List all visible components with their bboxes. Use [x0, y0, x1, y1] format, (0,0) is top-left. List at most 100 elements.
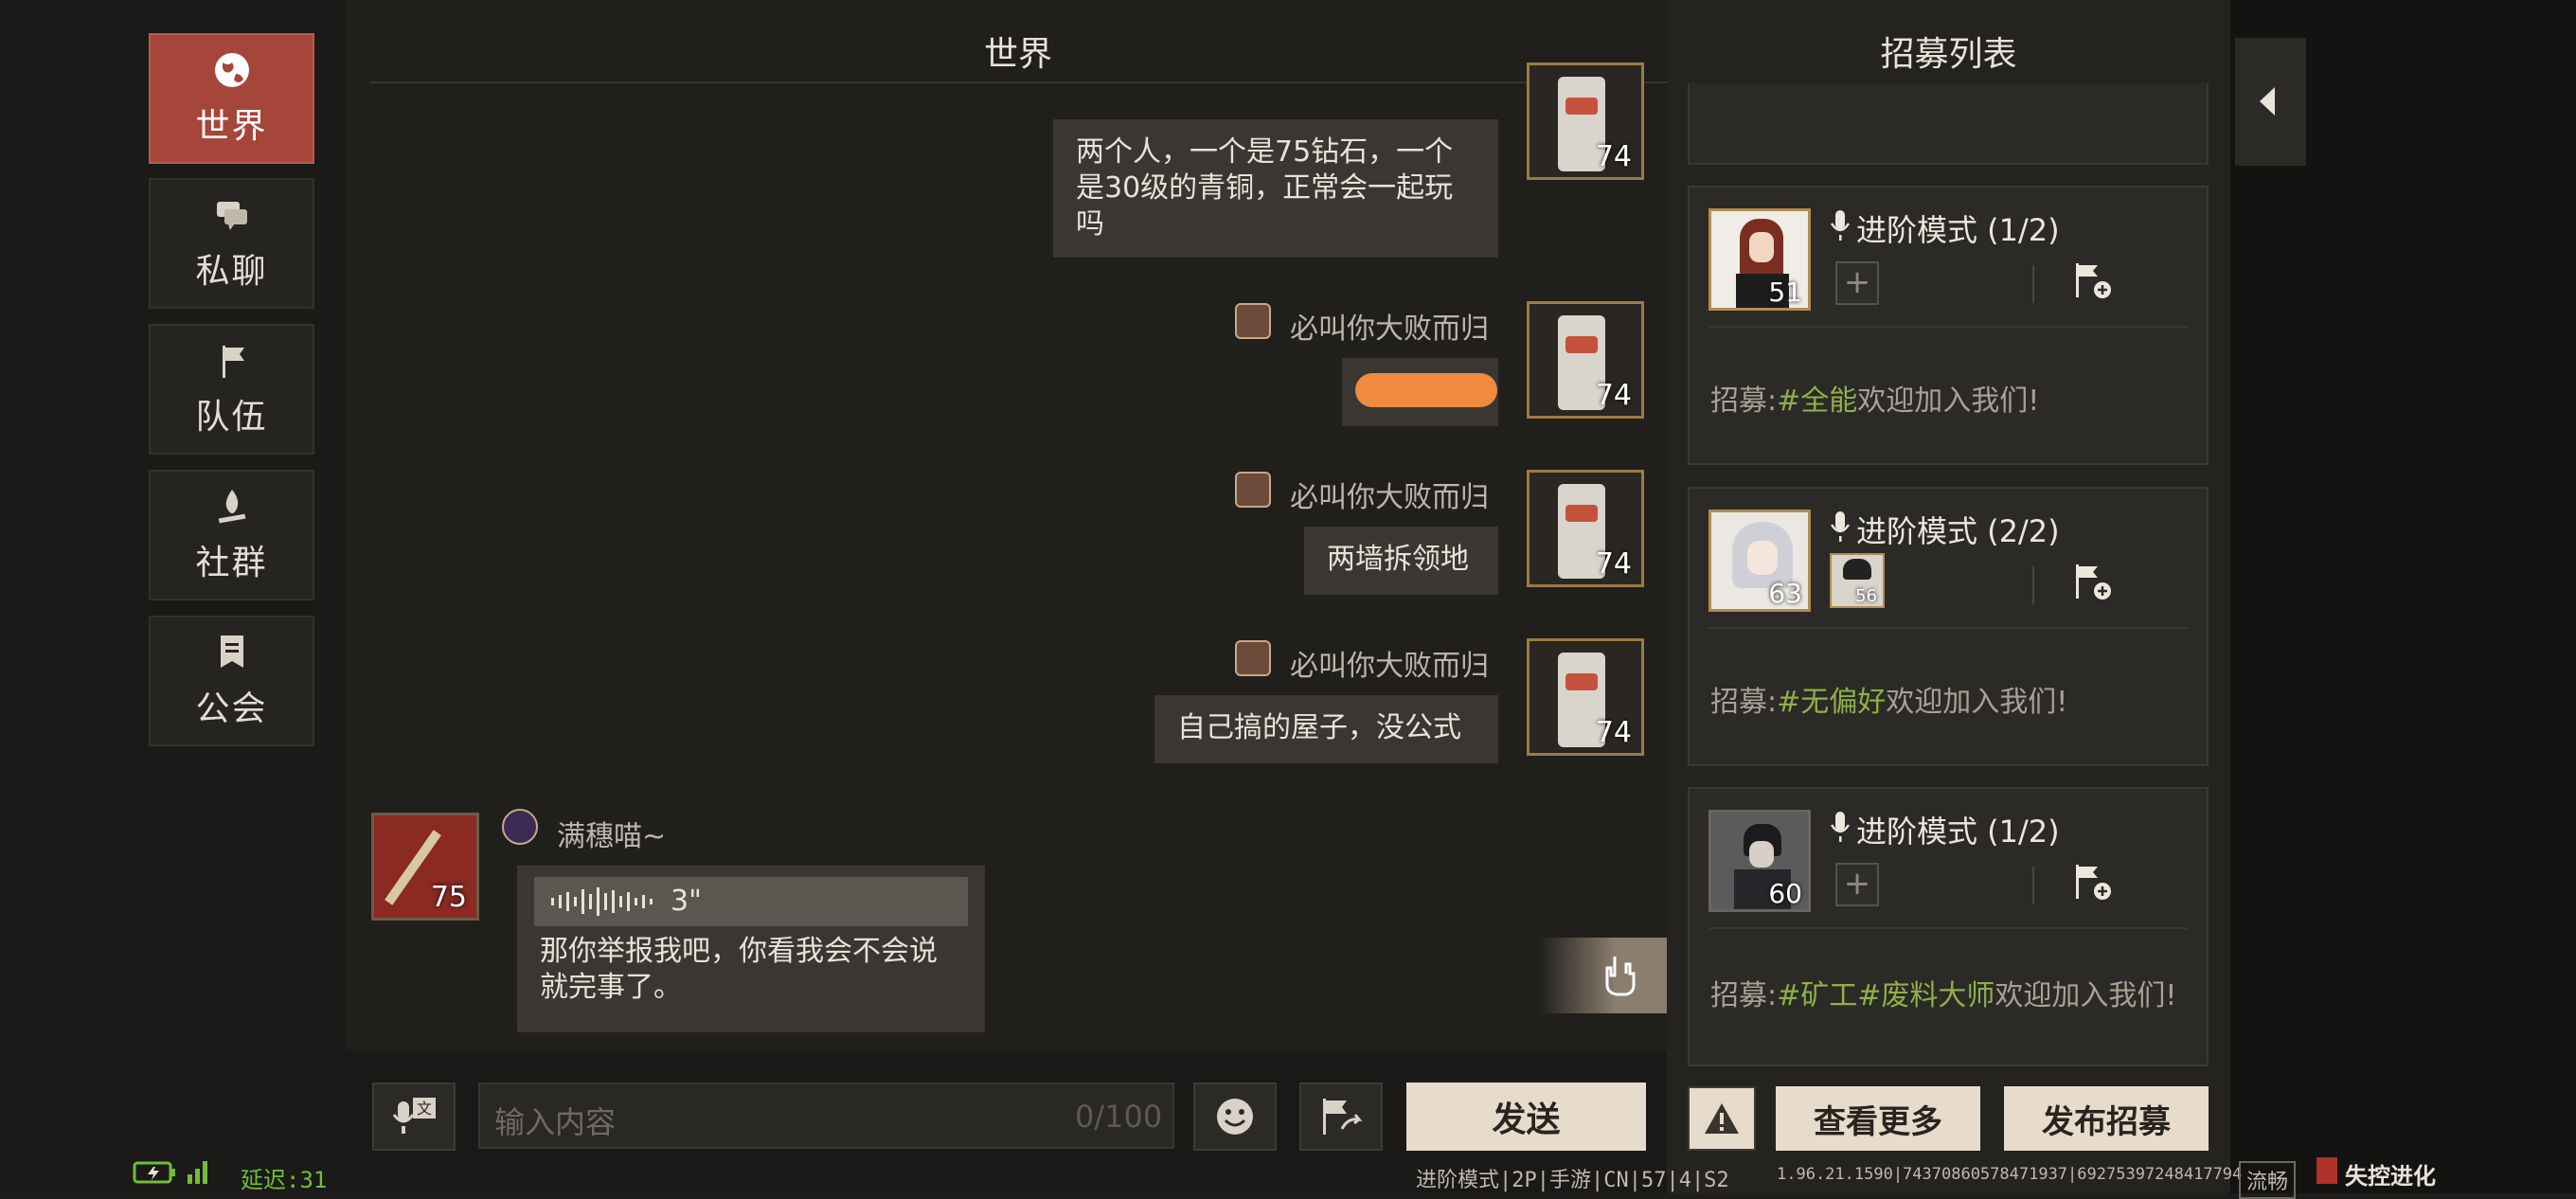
- game-logo-text: 失控进化: [2345, 1163, 2436, 1190]
- avatar[interactable]: 74: [1527, 470, 1644, 587]
- recruit-card-partial: [1688, 83, 2209, 165]
- collapse-panel-button[interactable]: [2235, 38, 2306, 166]
- chat-message: [1342, 358, 1498, 426]
- recruit-prefix: 招募:: [1710, 686, 1778, 719]
- sidebar-item-private-chat[interactable]: 私聊: [149, 178, 314, 309]
- recruit-tags: #矿工#废料大师: [1777, 979, 1995, 1012]
- recruit-tags: #全能: [1777, 385, 1858, 418]
- sender-name: 满穗喵~: [557, 820, 667, 853]
- right-background: [2230, 0, 2576, 1193]
- portrait-face: [1749, 841, 1774, 868]
- recruit-suffix: 欢迎加入我们!: [1857, 385, 2040, 418]
- report-button[interactable]: [1688, 1086, 1756, 1151]
- sender-name: 必叫你大败而归: [1290, 481, 1489, 514]
- portrait-hair: [1843, 559, 1871, 580]
- voice-translate-button[interactable]: 文: [372, 1083, 456, 1151]
- flag-plus-icon[interactable]: [2070, 259, 2116, 303]
- sidebar-item-label: 世界: [195, 107, 268, 146]
- card-recruit-text: 招募:#矿工#废料大师欢迎加入我们!: [1710, 978, 2184, 1014]
- recruit-card[interactable]: 60 进阶模式 (1/2) + 招募:#矿工#废料大师欢迎加入我们!: [1688, 787, 2209, 1066]
- sidebar-item-community[interactable]: 社群: [149, 470, 314, 600]
- chat-bubbles-icon: [216, 202, 247, 230]
- sender-name: 必叫你大败而归: [1290, 313, 1489, 346]
- banner-icon: [220, 635, 243, 668]
- sidebar-item-team[interactable]: 队伍: [149, 324, 314, 455]
- flag-plus-icon[interactable]: [2070, 561, 2116, 604]
- rank-badge-icon: [1235, 640, 1271, 676]
- voice-wave-icon: [551, 887, 653, 916]
- empty-slot-plus[interactable]: +: [1835, 261, 1879, 305]
- avatar[interactable]: 75: [371, 813, 479, 921]
- divider: [2032, 265, 2034, 303]
- avatar[interactable]: 74: [1527, 63, 1644, 180]
- voice-message[interactable]: 3": [534, 877, 968, 926]
- input-placeholder: 输入内容: [494, 1104, 617, 1140]
- flag-icon: [222, 346, 244, 378]
- recruit-card[interactable]: 51 进阶模式 (1/2) + 招募:#全能欢迎加入我们!: [1688, 186, 2209, 465]
- message-text: 那你举报我吧，你看我会不会说就完事了。: [540, 935, 938, 1004]
- message-text: 两个人，一个是75钻石，一个是30级的青铜，正常会一起玩吗: [1076, 135, 1454, 241]
- recruit-title: 招募列表: [1880, 35, 2017, 74]
- member-level: 56: [1855, 586, 1877, 606]
- recruit-tags: #无偏好: [1777, 686, 1887, 719]
- leader-avatar[interactable]: 51: [1708, 208, 1811, 311]
- card-mode: 进阶模式 (1/2): [1856, 212, 2060, 248]
- mic-translate-icon: 文: [392, 1098, 436, 1134]
- chat-message: 两个人，一个是75钻石，一个是30级的青铜，正常会一起玩吗: [1053, 119, 1498, 258]
- recruit-card[interactable]: 63 进阶模式 (2/2) 56 招募:#无偏好欢迎加入我们!: [1688, 487, 2209, 766]
- send-button[interactable]: 发送: [1406, 1083, 1646, 1151]
- signal-icon: [188, 1161, 207, 1184]
- message-text: 两墙拆领地: [1327, 543, 1469, 576]
- chat-message: 两墙拆领地: [1304, 527, 1498, 595]
- chat-message: 自己搞的屋子，没公式: [1154, 695, 1498, 763]
- sidebar-item-label: 社群: [195, 544, 268, 582]
- greet-button[interactable]: [1539, 938, 1667, 1013]
- latency-text: 延迟:31: [241, 1167, 328, 1193]
- avatar[interactable]: 74: [1527, 301, 1644, 419]
- smiley-icon: [1217, 1099, 1253, 1135]
- flag-share-icon: [1323, 1099, 1363, 1135]
- recruit-suffix: 欢迎加入我们!: [1995, 979, 2177, 1012]
- campfire-icon: [218, 490, 245, 524]
- emoji-button[interactable]: [1193, 1083, 1277, 1151]
- share-team-button[interactable]: [1299, 1083, 1383, 1151]
- sidebar-item-label: 队伍: [195, 398, 268, 437]
- card-divider: [1708, 326, 2188, 328]
- svg-text:文: 文: [417, 1100, 432, 1118]
- avatar-level: 74: [1595, 547, 1632, 581]
- redaction-mark: [1355, 373, 1497, 407]
- triangle-left-icon: [2260, 87, 2275, 116]
- avatar-level: 75: [430, 881, 467, 914]
- build-info: 1.96.21.1590|74370860578471937|692753972…: [1777, 1165, 2243, 1184]
- mode-info: 进阶模式|2P|手游|CN|57|4|S2: [1416, 1169, 1729, 1192]
- recruit-prefix: 招募:: [1710, 979, 1778, 1012]
- globe-icon: [214, 53, 249, 87]
- card-divider: [1708, 627, 2188, 629]
- portrait-face: [1749, 232, 1774, 262]
- sender-name: 必叫你大败而归: [1290, 650, 1489, 683]
- empty-slot-plus[interactable]: +: [1835, 863, 1879, 906]
- rank-badge-icon: [1235, 303, 1271, 339]
- mic-icon: [1830, 210, 1851, 241]
- divider: [2032, 566, 2034, 604]
- voice-duration: 3": [671, 885, 702, 918]
- card-mode: 进阶模式 (2/2): [1856, 513, 2060, 549]
- sidebar-item-world[interactable]: 世界: [149, 33, 314, 164]
- publish-recruit-button[interactable]: 发布招募: [2004, 1086, 2209, 1151]
- sidebar-item-guild[interactable]: 公会: [149, 616, 314, 746]
- chat-title: 世界: [983, 35, 1052, 74]
- flag-plus-icon[interactable]: [2070, 861, 2116, 904]
- leader-level: 63: [1768, 578, 1802, 609]
- chat-message: 3" 那你举报我吧，你看我会不会说就完事了。: [517, 866, 985, 1032]
- send-label: 发送: [1492, 1101, 1561, 1139]
- leader-avatar[interactable]: 63: [1708, 510, 1811, 612]
- avatar-level: 74: [1595, 716, 1632, 749]
- view-more-button[interactable]: 查看更多: [1776, 1086, 1980, 1151]
- rank-badge-icon: [502, 809, 538, 845]
- card-recruit-text: 招募:#全能欢迎加入我们!: [1710, 377, 2039, 419]
- leader-avatar[interactable]: 60: [1708, 810, 1811, 912]
- avatar-level: 74: [1595, 140, 1632, 173]
- divider: [2032, 867, 2034, 904]
- member-avatar[interactable]: 56: [1830, 553, 1885, 608]
- avatar[interactable]: 74: [1527, 638, 1644, 756]
